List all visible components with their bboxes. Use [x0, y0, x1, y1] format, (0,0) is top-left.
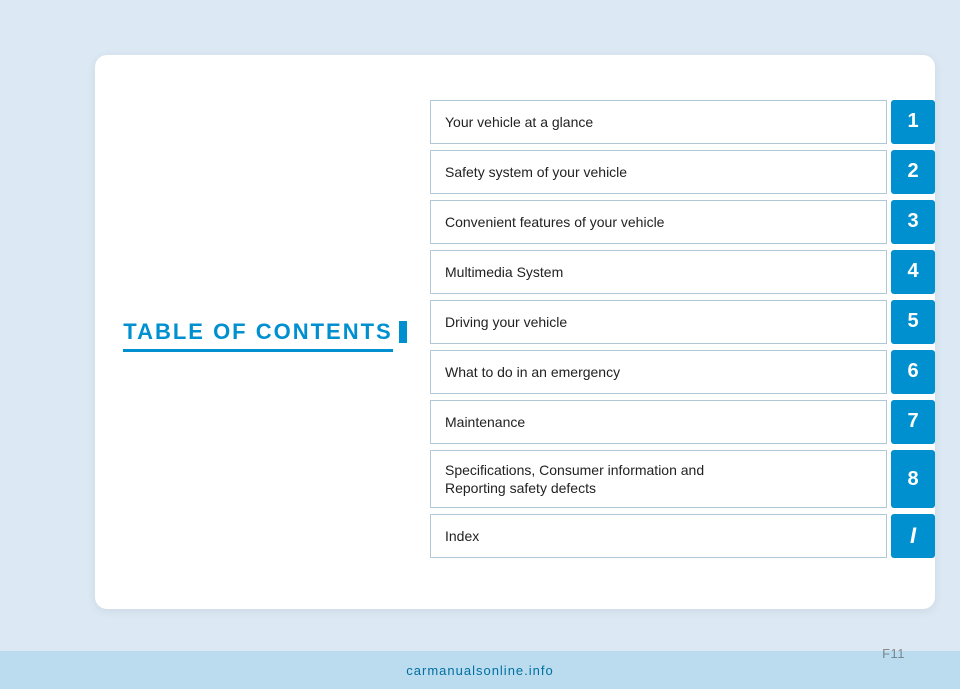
- toc-item-label-8-line2: Reporting safety defects: [445, 479, 596, 497]
- table-row: What to do in an emergency 6: [430, 350, 935, 394]
- table-row: Multimedia System 4: [430, 250, 935, 294]
- toc-item-label-4: Multimedia System: [430, 250, 887, 294]
- table-row: Specifications, Consumer information and…: [430, 450, 935, 508]
- table-row: Index I: [430, 514, 935, 558]
- toc-item-num-4: 4: [891, 250, 935, 294]
- table-row: Your vehicle at a glance 1: [430, 100, 935, 144]
- toc-title-container: TABLE OF CONTENTS: [123, 319, 406, 346]
- toc-item-label-5: Driving your vehicle: [430, 300, 887, 344]
- toc-item-label-2: Safety system of your vehicle: [430, 150, 887, 194]
- table-row: Maintenance 7: [430, 400, 935, 444]
- toc-item-label-8: Specifications, Consumer information and…: [430, 450, 887, 508]
- watermark-bar: carmanualsonline.info: [0, 651, 960, 689]
- toc-item-label-3: Convenient features of your vehicle: [430, 200, 887, 244]
- toc-title-bar: [399, 321, 407, 343]
- toc-item-label-7: Maintenance: [430, 400, 887, 444]
- toc-item-num-3: 3: [891, 200, 935, 244]
- toc-item-num-1: 1: [891, 100, 935, 144]
- table-row: Safety system of your vehicle 2: [430, 150, 935, 194]
- toc-item-num-2: 2: [891, 150, 935, 194]
- watermark-text: carmanualsonline.info: [406, 663, 553, 678]
- toc-list: Your vehicle at a glance 1 Safety system…: [430, 55, 935, 609]
- table-row: Convenient features of your vehicle 3: [430, 200, 935, 244]
- toc-item-label-6: What to do in an emergency: [430, 350, 887, 394]
- toc-item-label-8-line1: Specifications, Consumer information and: [445, 461, 704, 479]
- toc-item-num-5: 5: [891, 300, 935, 344]
- toc-item-label-1: Your vehicle at a glance: [430, 100, 887, 144]
- toc-title: TABLE OF CONTENTS: [123, 319, 392, 348]
- toc-item-num-9: I: [891, 514, 935, 558]
- toc-item-num-8: 8: [891, 450, 935, 508]
- toc-item-num-6: 6: [891, 350, 935, 394]
- toc-item-label-9: Index: [430, 514, 887, 558]
- left-panel: TABLE OF CONTENTS: [95, 55, 435, 609]
- toc-item-num-7: 7: [891, 400, 935, 444]
- table-row: Driving your vehicle 5: [430, 300, 935, 344]
